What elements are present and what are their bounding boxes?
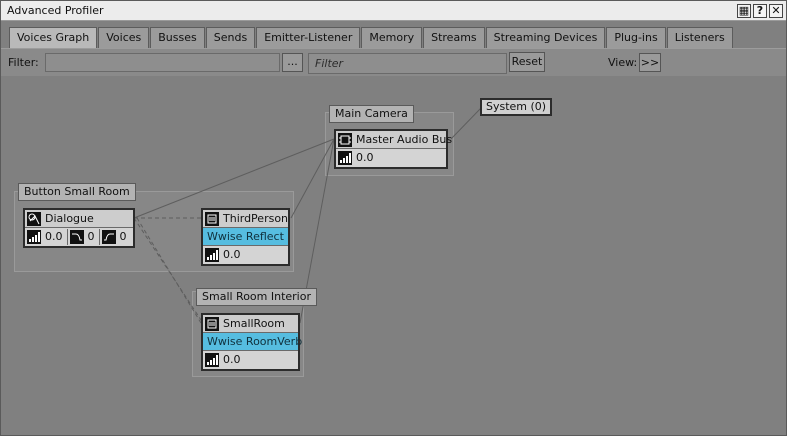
low-pass-icon xyxy=(69,230,84,244)
help-button[interactable]: ? xyxy=(753,4,767,18)
effect-row[interactable]: Wwise Reflect xyxy=(203,228,288,246)
volume-icon xyxy=(205,353,219,367)
tab-voices-graph[interactable]: Voices Graph xyxy=(9,27,98,48)
high-pass-icon xyxy=(101,230,116,244)
reset-button[interactable]: Reset xyxy=(509,52,545,72)
wire-thirdperson-master xyxy=(290,138,335,219)
node-volume-row: 0.0 xyxy=(203,246,288,264)
lpf-value: 0 xyxy=(87,230,95,243)
volume-icon xyxy=(27,230,41,244)
tab-listeners[interactable]: Listeners xyxy=(666,27,733,48)
tab-emitter-listener[interactable]: Emitter-Listener xyxy=(256,27,361,48)
filter-browse-button[interactable]: ... xyxy=(282,53,303,72)
search-filter-input[interactable]: Filter xyxy=(308,53,507,74)
wire-dialogue-smallroom xyxy=(133,217,204,324)
tab-streaming-devices[interactable]: Streaming Devices xyxy=(485,27,606,48)
tab-busses[interactable]: Busses xyxy=(150,27,205,48)
wire-master-system xyxy=(450,107,482,140)
node-name: Master Audio Bus xyxy=(356,132,453,146)
hpf-value: 0 xyxy=(119,230,127,243)
view-expand-button[interactable]: >> xyxy=(639,53,661,72)
filter-label: Filter: xyxy=(8,56,39,69)
group-label-small-room-interior: Small Room Interior xyxy=(196,288,317,306)
dialogue-node[interactable]: Dialogue 0.0 0 0 xyxy=(23,208,135,248)
filter-bar: Filter: ... Filter Reset View: >> xyxy=(1,48,786,76)
group-label-main-camera: Main Camera xyxy=(329,105,414,123)
volume-icon xyxy=(205,248,219,262)
node-header: Dialogue xyxy=(25,210,133,228)
advanced-profiler-window: Advanced Profiler ▦ ? ✕ Voices Graph Voi… xyxy=(0,0,787,436)
smallroom-node[interactable]: SmallRoom Wwise RoomVerb 0.0 xyxy=(201,313,302,371)
title-bar: Advanced Profiler ▦ ? ✕ xyxy=(1,1,786,21)
node-name: Dialogue xyxy=(45,211,94,225)
node-values-row: 0.0 0 0 xyxy=(25,228,133,246)
master-audio-bus-node[interactable]: Master Audio Bus 0.0 xyxy=(334,129,452,169)
layout-icon[interactable]: ▦ xyxy=(737,4,751,18)
group-label-button-small-room: Button Small Room xyxy=(18,183,136,201)
node-header: Master Audio Bus xyxy=(336,131,452,149)
effect-row[interactable]: Wwise RoomVerb xyxy=(203,333,302,351)
view-label: View: xyxy=(608,56,638,69)
node-name: ThirdPerson xyxy=(223,211,289,225)
filter-input[interactable] xyxy=(45,53,280,72)
close-button[interactable]: ✕ xyxy=(769,4,783,18)
aux-bus-icon xyxy=(205,316,219,331)
tab-strip: Voices Graph Voices Busses Sends Emitter… xyxy=(1,21,786,48)
node-volume-row: 0.0 xyxy=(336,149,446,167)
voices-graph-canvas[interactable]: Button Small Room Main Camera Small Room… xyxy=(3,77,784,434)
volume-value: 0.0 xyxy=(223,248,241,261)
volume-value: 0.0 xyxy=(223,353,241,366)
system-node[interactable]: System (0) xyxy=(480,98,553,116)
node-volume-row: 0.0 xyxy=(203,351,298,369)
window-title: Advanced Profiler xyxy=(7,4,104,17)
tab-memory[interactable]: Memory xyxy=(361,27,423,48)
volume-icon xyxy=(338,151,352,165)
volume-value: 0.0 xyxy=(45,230,63,243)
speaker-icon xyxy=(27,211,41,226)
node-header: ThirdPerson xyxy=(203,210,288,228)
wire-dialogue-master xyxy=(133,138,335,219)
volume-value: 0.0 xyxy=(356,151,374,164)
tab-sends[interactable]: Sends xyxy=(205,27,256,48)
tab-plug-ins[interactable]: Plug-ins xyxy=(606,27,666,48)
node-name: SmallRoom xyxy=(223,316,285,330)
tab-streams[interactable]: Streams xyxy=(423,27,485,48)
bus-icon xyxy=(338,132,352,147)
thirdperson-node[interactable]: ThirdPerson Wwise Reflect 0.0 xyxy=(201,208,290,266)
aux-bus-icon xyxy=(205,211,219,226)
node-header: SmallRoom xyxy=(203,315,298,333)
tab-voices[interactable]: Voices xyxy=(98,27,150,48)
